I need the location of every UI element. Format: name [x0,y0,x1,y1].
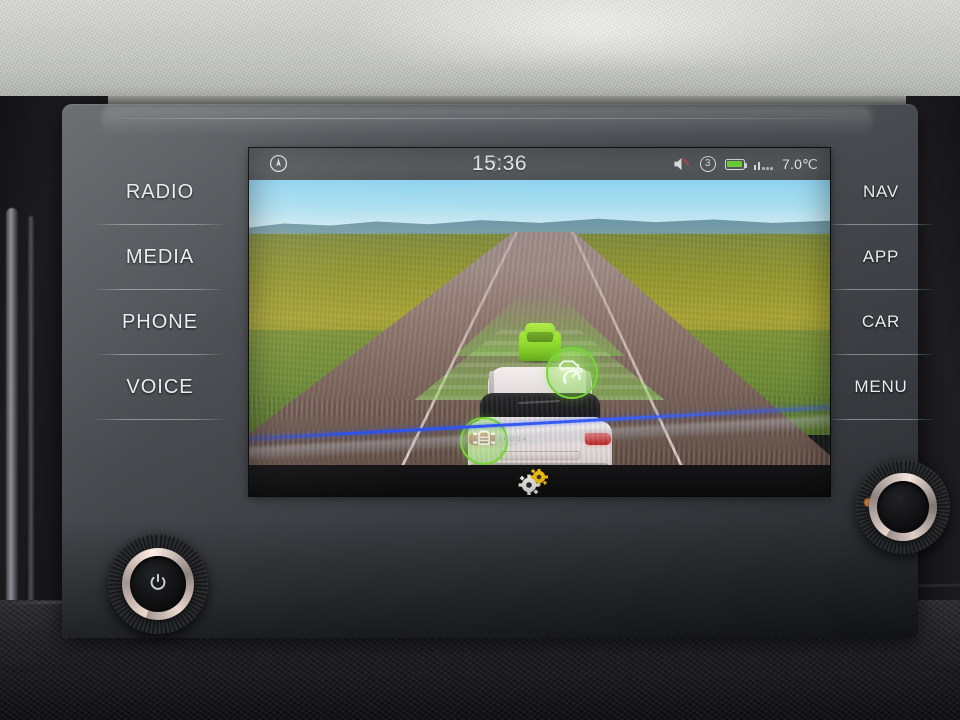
hardkey-app[interactable]: APP [822,225,940,289]
dashboard-top-panel [0,0,960,104]
left-button-column: RADIO MEDIA PHONE VOICE [86,160,234,420]
hardkey-separator [96,419,224,420]
chrome-strip-left [6,208,18,638]
bezel-glare [102,106,872,136]
power-icon [147,571,169,598]
knob-face [130,556,186,612]
tuning-knob[interactable] [856,460,950,554]
hardkey-nav[interactable]: NAV [822,160,940,224]
gears-settings-icon[interactable] [517,468,557,496]
right-button-column: NAV APP CAR MENU [822,160,940,420]
car-speedometer-icon [555,354,589,393]
speaker-mute-icon[interactable] [672,156,691,172]
status-bar: 15:36 3 7.0℃ [249,148,830,180]
ego-licence-plate [499,451,580,460]
chrome-strip-left-2 [28,216,34,616]
hardkey-voice[interactable]: VOICE [86,355,234,419]
hardkey-menu[interactable]: MENU [822,355,940,419]
dashboard-scene: RADIO MEDIA PHONE VOICE NAV APP CAR MENU [0,0,960,720]
power-volume-knob[interactable] [108,534,208,634]
dashboard-glare [330,0,850,65]
hardkey-car[interactable]: CAR [822,290,940,354]
hardkey-separator [828,419,934,420]
sim-network-icon: 3 [699,156,716,172]
hardkey-radio[interactable]: RADIO [86,160,234,224]
battery-full-icon [724,158,748,170]
hardkey-media[interactable]: MEDIA [86,225,234,289]
bezel-edge-line [88,118,888,119]
adaptive-cruise-control-badge[interactable] [546,347,598,399]
outside-temperature: 7.0℃ [782,155,818,172]
signal-bars-icon [753,158,773,170]
lead-vehicle-window [526,332,553,342]
status-bar-right-group: 3 7.0℃ [672,148,818,180]
driver-assist-scene: SKODA [249,180,830,496]
hardkey-phone[interactable]: PHONE [86,290,234,354]
touchscreen-display[interactable]: 15:36 3 7.0℃ [249,148,830,496]
